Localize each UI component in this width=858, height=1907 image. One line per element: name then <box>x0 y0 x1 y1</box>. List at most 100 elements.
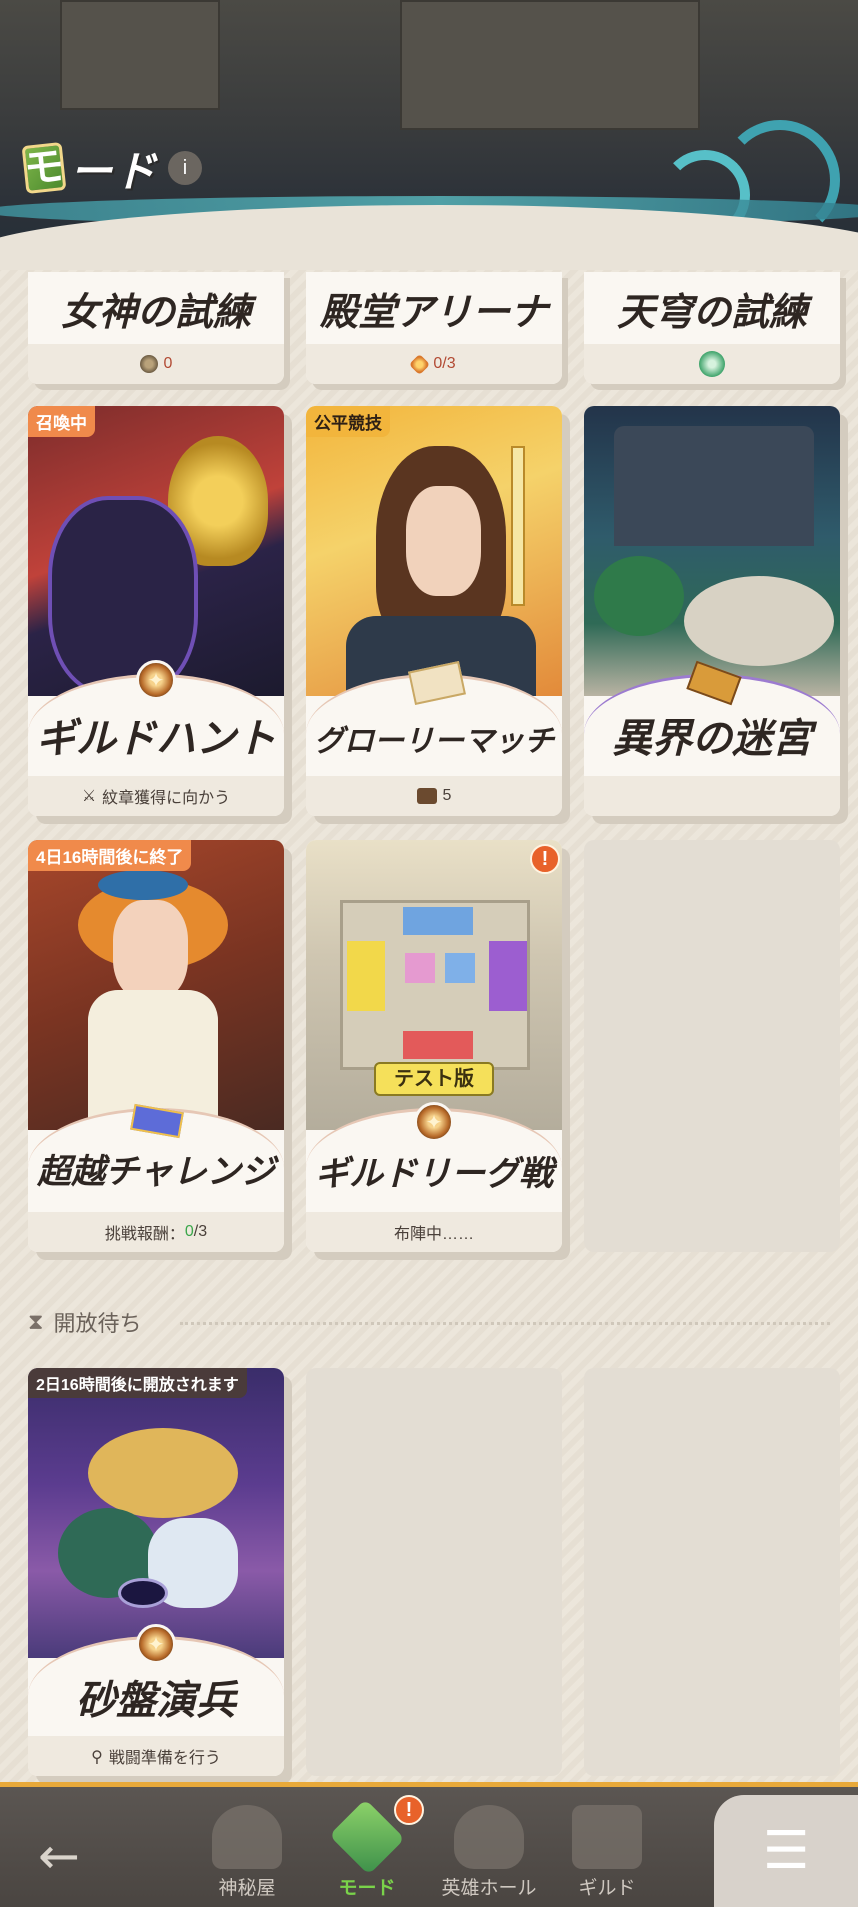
mode-card-goddess-trial[interactable]: 女神の試練 0 <box>28 272 284 384</box>
mode-name: 超越チャレンジ <box>37 1152 275 1192</box>
info-icon[interactable]: i <box>168 151 203 185</box>
coin-icon <box>139 355 158 373</box>
mode-name: 異界の迷宮 <box>612 715 812 762</box>
status-badge: 4日16時間後に終了 <box>28 840 192 871</box>
mode-card-hall-arena[interactable]: 殿堂アリーナ 0/3 <box>306 272 562 384</box>
mode-logo-icon: モ <box>21 142 67 194</box>
mode-name: グローリーマッチ <box>314 724 554 759</box>
empty-slot <box>584 840 840 1252</box>
guild-hunt-art <box>28 406 284 696</box>
transcend-art <box>28 840 284 1130</box>
mode-name: ギルドハント <box>36 715 276 762</box>
mode-reward <box>584 344 840 384</box>
crossed-swords-icon <box>572 1805 642 1869</box>
mode-footer: 布陣中…… <box>306 1212 562 1252</box>
nav-label: 英雄ホール <box>441 1878 537 1899</box>
bottom-nav: ← 神秘屋 モード ! 英雄ホール ギルド ☰ <box>0 1782 858 1907</box>
mode-reward: 0/3 <box>306 344 562 384</box>
nav-item-hero-hall[interactable]: 英雄ホール <box>434 1805 544 1900</box>
guild-emblem-icon: ✦ <box>136 660 176 700</box>
nav-label: ギルド <box>578 1878 636 1899</box>
nav-label: モード <box>338 1878 396 1899</box>
ticket-icon <box>409 353 431 375</box>
footer-text: 挑戦報酬： <box>104 1226 185 1243</box>
chest-icon <box>416 788 437 804</box>
back-arrow-icon[interactable]: ← <box>38 1827 80 1885</box>
mode-footer: ⚔ 紋章獲得に向かう <box>28 776 284 816</box>
mode-card-glory-match[interactable]: 公平競技 グローリーマッチ 5 <box>306 406 562 816</box>
armor-figure <box>48 496 198 696</box>
background-building <box>60 0 220 110</box>
hero-face <box>113 900 188 1000</box>
background-building <box>400 0 700 130</box>
green-orb-icon <box>699 351 725 377</box>
test-version-label: テスト版 <box>374 1062 494 1096</box>
ruins-building <box>614 426 814 546</box>
board-tile-purple <box>489 941 527 1011</box>
nav-item-guild[interactable]: ギルド <box>552 1805 662 1900</box>
hourglass-icon: ⧗ <box>28 1309 44 1335</box>
footer-text: 紋章獲得に向かう <box>102 790 231 807</box>
footer-text: 布陣中…… <box>393 1226 474 1243</box>
hero-face <box>406 486 481 596</box>
reward-count: 0 <box>163 355 173 372</box>
mode-card-sand-table[interactable]: 2日16時間後に開放されます ✦ 砂盤演兵 ⚲ 戦闘準備を行う <box>28 1368 284 1776</box>
mode-card-transcend-challenge[interactable]: 4日16時間後に終了 超越チャレンジ 挑戦報酬： 0/3 <box>28 840 284 1252</box>
mode-card-otherworld-labyrinth[interactable]: 異界の迷宮 <box>584 406 840 816</box>
mode-footer <box>584 776 840 816</box>
mode-footer: ⚲ 戦闘準備を行う <box>28 1736 284 1776</box>
hero-hat <box>98 870 188 900</box>
portal-vortex <box>118 1578 168 1608</box>
alert-badge: ! <box>394 1795 424 1825</box>
board-tile-blue <box>403 907 473 935</box>
mode-card-guild-hunt[interactable]: 召喚中 ✦ ギルドハント ⚔ 紋章獲得に向かう <box>28 406 284 816</box>
status-badge: 公平競技 <box>306 406 390 437</box>
wizard-hat-icon <box>212 1805 282 1869</box>
glory-match-art <box>306 406 562 696</box>
footer-text: 5 <box>442 787 452 804</box>
mode-reward: 0 <box>28 344 284 384</box>
nav-label: 神秘屋 <box>218 1878 276 1899</box>
status-badge: 2日16時間後に開放されます <box>28 1368 247 1398</box>
magnifier-icon: ⚲ <box>91 1746 103 1766</box>
menu-list-icon[interactable]: ☰ <box>714 1795 858 1907</box>
reward-count: 0/3 <box>433 355 456 372</box>
battle-board <box>340 900 530 1070</box>
section-divider <box>180 1322 830 1325</box>
empty-slot <box>306 1368 562 1776</box>
guild-league-art: テスト版 <box>306 840 562 1130</box>
alert-badge: ! <box>530 844 560 874</box>
board-tile-red <box>403 1031 473 1059</box>
footer-text: 戦闘準備を行う <box>108 1750 221 1767</box>
mode-footer: 5 <box>306 776 562 816</box>
desert-region <box>88 1428 238 1518</box>
status-badge: 召喚中 <box>28 406 95 437</box>
sword-icon <box>511 446 525 606</box>
mode-name: ギルドリーグ戦 <box>315 1154 553 1194</box>
guild-emblem-icon: ✦ <box>136 1624 176 1664</box>
page-title-text: ード <box>70 146 159 196</box>
labyrinth-art <box>584 406 840 696</box>
board-tile-lightblue <box>445 953 475 983</box>
stone-plaza <box>684 576 834 666</box>
mode-name: 殿堂アリーナ <box>319 288 548 334</box>
mode-footer: 挑戦報酬： 0/3 <box>28 1212 284 1252</box>
section-title: 開放待ち <box>53 1311 142 1336</box>
board-tile-pink <box>405 953 435 983</box>
crossed-swords-icon: ⚔ <box>81 788 97 805</box>
empty-slot <box>584 1368 840 1776</box>
mode-name: 天穹の試練 <box>616 288 807 334</box>
helmet-icon <box>454 1805 524 1869</box>
trees <box>594 556 684 636</box>
mode-card-sky-trial[interactable]: 天穹の試練 <box>584 272 840 384</box>
header-banner: モ ード i <box>0 0 858 270</box>
mode-name: 女神の試練 <box>60 288 251 334</box>
section-header-pending: ⧗ 開放待ち <box>28 1306 141 1338</box>
nav-item-mystery-shop[interactable]: 神秘屋 <box>192 1805 302 1900</box>
sand-table-art <box>28 1368 284 1658</box>
mode-card-guild-league[interactable]: テスト版 ! ✦ ギルドリーグ戦 布陣中…… <box>306 840 562 1252</box>
mode-name: 砂盤演兵 <box>76 1677 236 1724</box>
footer-total: /3 <box>193 1223 208 1240</box>
page-title: モ ード i <box>21 140 203 196</box>
board-tile-yellow <box>347 941 385 1011</box>
